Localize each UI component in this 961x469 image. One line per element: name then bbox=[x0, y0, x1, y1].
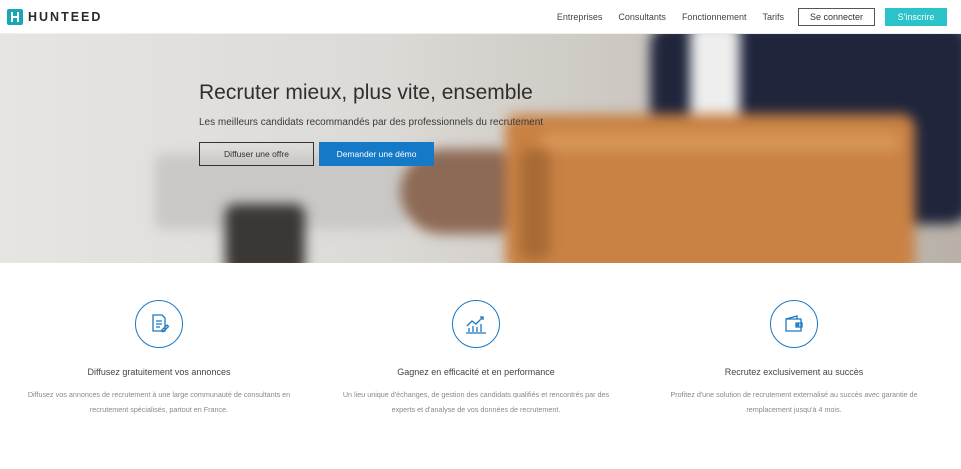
nav-links: Entreprises Consultants Fonctionnement T… bbox=[541, 8, 947, 26]
wallet-icon bbox=[770, 300, 818, 348]
nav-link-tarifs[interactable]: Tarifs bbox=[762, 12, 784, 22]
feature-card-success-fee: Recrutez exclusivement au succès Profite… bbox=[639, 300, 949, 417]
nav-link-consultants[interactable]: Consultants bbox=[618, 12, 666, 22]
hunteed-logo[interactable]: HUNTEED bbox=[7, 8, 102, 26]
feature-description: Un lieu unique d'échanges, de gestion de… bbox=[321, 387, 631, 417]
hero-bg-briefcase-flap bbox=[540, 132, 900, 152]
nav-link-entreprises[interactable]: Entreprises bbox=[557, 12, 603, 22]
hero-banner: Recruter mieux, plus vite, ensemble Les … bbox=[0, 34, 961, 263]
hero-title: Recruter mieux, plus vite, ensemble bbox=[199, 81, 533, 104]
feature-description-line: Profitez d'une solution de recrutement e… bbox=[670, 390, 918, 399]
feature-description-line: remplacement jusqu'à 4 mois. bbox=[746, 405, 842, 414]
feature-card-announcements: Diffusez gratuitement vos annonces Diffu… bbox=[4, 300, 314, 417]
top-navbar: HUNTEED Entreprises Consultants Fonction… bbox=[0, 0, 961, 34]
feature-description: Profitez d'une solution de recrutement e… bbox=[639, 387, 949, 417]
signup-button[interactable]: S'inscrire bbox=[885, 8, 947, 26]
feature-description-line: Un lieu unique d'échanges, de gestion de… bbox=[342, 390, 610, 399]
feature-description-line: experts et d'analyse de vos données de r… bbox=[391, 405, 561, 414]
feature-title: Gagnez en efficacité et en performance bbox=[397, 367, 555, 377]
logo-icon bbox=[7, 9, 23, 25]
request-demo-button[interactable]: Demander une démo bbox=[319, 142, 434, 166]
nav-link-fonctionnement[interactable]: Fonctionnement bbox=[682, 12, 747, 22]
feature-title: Recrutez exclusivement au succès bbox=[724, 367, 864, 377]
feature-description: Diffusez vos annonces de recrutement à u… bbox=[4, 387, 314, 417]
document-pen-icon bbox=[135, 300, 183, 348]
hero-bg-object bbox=[225, 204, 305, 263]
login-button[interactable]: Se connecter bbox=[798, 8, 875, 26]
logo-text: HUNTEED bbox=[28, 10, 103, 24]
feature-description-line: recrutement spécialisés, partout en Fran… bbox=[89, 405, 229, 414]
hero-bg-briefcase-strap bbox=[520, 149, 550, 259]
chart-growth-icon bbox=[452, 300, 500, 348]
feature-card-efficiency: Gagnez en efficacité et en performance U… bbox=[321, 300, 631, 417]
feature-description-line: Diffusez vos annonces de recrutement à u… bbox=[27, 390, 291, 399]
hero-subtitle: Les meilleurs candidats recommandés par … bbox=[199, 117, 544, 128]
feature-title: Diffusez gratuitement vos annonces bbox=[87, 367, 231, 377]
post-offer-button[interactable]: Diffuser une offre bbox=[199, 142, 314, 166]
